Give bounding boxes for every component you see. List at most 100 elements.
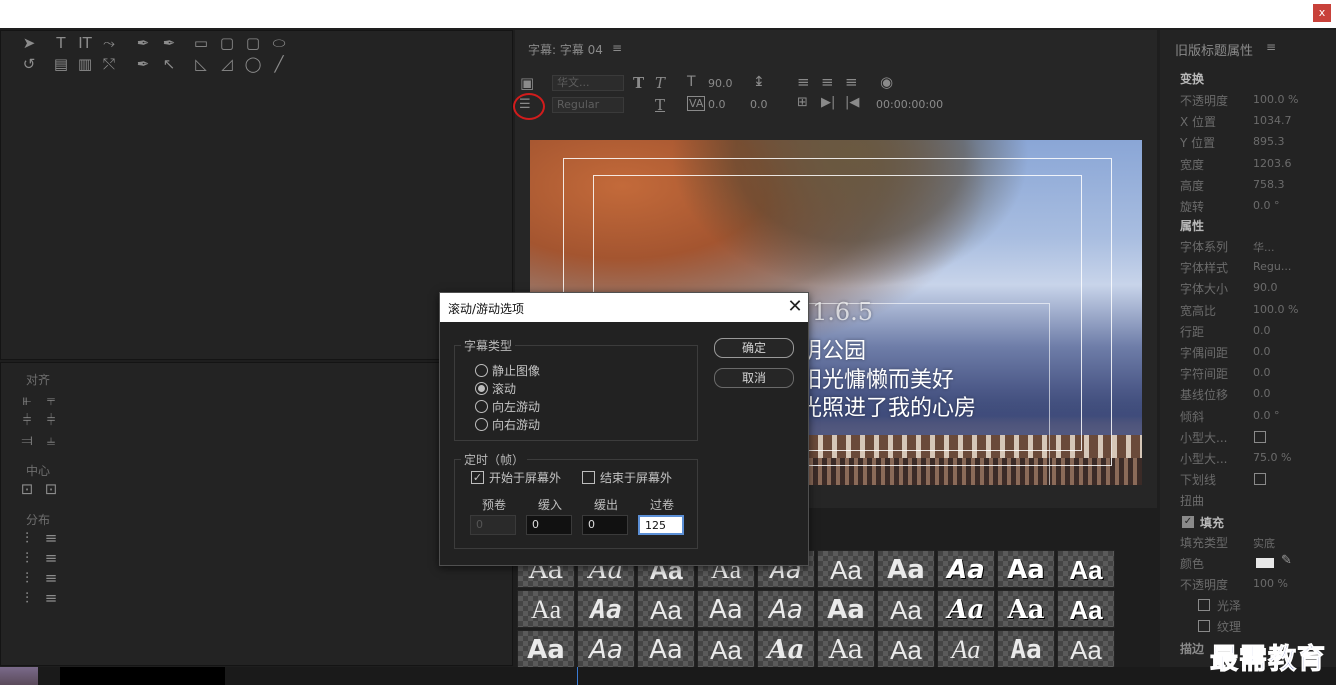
props-value[interactable]: Regu... xyxy=(1253,260,1291,273)
style-swatch[interactable]: Aa xyxy=(1057,550,1115,588)
distribute-left-icon[interactable]: ⫶ xyxy=(17,529,37,547)
underline-icon[interactable]: T xyxy=(655,96,665,114)
align-vcenter-icon[interactable]: ⫩ xyxy=(41,411,61,429)
font-style-dropdown[interactable]: Regular xyxy=(552,97,624,113)
style-swatch[interactable]: Aa xyxy=(697,630,755,668)
properties-menu-icon[interactable]: ≡ xyxy=(1266,40,1276,54)
style-swatch[interactable]: Aa xyxy=(577,590,635,628)
props-value[interactable]: 0.0 xyxy=(1253,387,1271,400)
style-swatch[interactable]: Aa xyxy=(757,590,815,628)
playhead[interactable] xyxy=(577,667,578,685)
timing-field-input[interactable]: 0 xyxy=(582,515,628,535)
cancel-button[interactable]: 取消 xyxy=(714,368,794,388)
delete-anchor-tool-icon[interactable]: ✒ xyxy=(159,34,179,52)
style-swatch[interactable]: Aa xyxy=(997,630,1055,668)
style-swatch[interactable]: Aa xyxy=(637,590,695,628)
transform-value[interactable]: 1203.6 xyxy=(1253,157,1292,170)
align-hcenter-icon[interactable]: ⫩ xyxy=(17,411,37,429)
style-swatch[interactable]: Aa xyxy=(937,550,995,588)
leading-value[interactable]: 0.0 xyxy=(750,98,768,111)
distribute-right-icon[interactable]: ⫶ xyxy=(17,569,37,587)
style-swatch[interactable]: Aa xyxy=(517,590,575,628)
bold-icon[interactable]: T xyxy=(633,74,644,92)
props-value[interactable]: 华... xyxy=(1253,239,1275,255)
sheen-checkbox[interactable] xyxy=(1198,599,1210,611)
timecode[interactable]: 00:00:00:00 xyxy=(876,98,943,111)
show-background-icon[interactable]: ◉ xyxy=(880,73,893,91)
transform-value[interactable]: 100.0 % xyxy=(1253,93,1298,106)
underline-checkbox[interactable] xyxy=(1254,473,1266,486)
italic-icon[interactable]: T xyxy=(655,74,665,92)
ellipse-tool-icon[interactable]: ◯ xyxy=(243,55,263,73)
properties-header[interactable]: 属性 xyxy=(1180,217,1204,234)
fill-value[interactable]: 实底 xyxy=(1253,535,1275,551)
center-vertical-icon[interactable]: ⊡ xyxy=(41,480,61,498)
props-value[interactable]: 0.0 xyxy=(1253,366,1271,379)
style-swatch[interactable]: Aa xyxy=(637,630,695,668)
distribute-bottom-icon[interactable]: ≡ xyxy=(41,569,61,587)
add-anchor-tool-icon[interactable]: ✒ xyxy=(133,55,153,73)
ok-button[interactable]: 确定 xyxy=(714,338,794,358)
align-top-icon[interactable]: ⫧ xyxy=(41,391,61,409)
arc-tool-icon[interactable]: ◿ xyxy=(217,55,237,73)
background-video-icon[interactable]: |◀ xyxy=(845,95,859,110)
eyedropper-icon[interactable]: ✎ xyxy=(1281,553,1292,568)
title-type-radio[interactable] xyxy=(475,382,488,395)
fill-value[interactable]: 100 % xyxy=(1253,577,1288,590)
props-value[interactable]: 90.0 xyxy=(1253,281,1278,294)
transform-header[interactable]: 变换 xyxy=(1180,70,1204,87)
style-swatch[interactable]: Aa xyxy=(937,630,995,668)
align-right-text-icon[interactable]: ≡ xyxy=(845,73,858,91)
title-type-radio[interactable] xyxy=(475,364,488,377)
start-off-screen-checkbox[interactable]: ✓ xyxy=(471,471,484,484)
align-right-icon[interactable]: ⫤ xyxy=(17,431,37,449)
style-swatch[interactable]: Aa xyxy=(817,630,875,668)
small-caps-checkbox[interactable] xyxy=(1254,430,1266,443)
path-type-tool-icon[interactable]: ⤳ xyxy=(99,34,119,52)
convert-anchor-tool-icon[interactable]: ↖ xyxy=(159,55,179,73)
timing-field-input[interactable]: 0 xyxy=(470,515,516,535)
style-swatch[interactable]: Aa xyxy=(1057,630,1115,668)
props-value[interactable]: 0.0 xyxy=(1253,324,1271,337)
distribute-top-icon[interactable]: ≡ xyxy=(41,529,61,547)
align-left-text-icon[interactable]: ≡ xyxy=(797,73,810,91)
style-swatch[interactable]: Aa xyxy=(937,590,995,628)
title-type-radio[interactable] xyxy=(475,400,488,413)
area-type-tool-icon[interactable]: ▤ xyxy=(51,55,71,73)
style-swatch[interactable]: Aa xyxy=(697,590,755,628)
type-tool-icon[interactable]: T xyxy=(51,34,71,52)
align-left-icon[interactable]: ⫦ xyxy=(17,391,37,409)
style-swatch[interactable]: Aa xyxy=(817,590,875,628)
dialog-close-icon[interactable]: ✕ xyxy=(784,296,806,318)
template-icon[interactable]: ▶| xyxy=(821,95,835,110)
transform-value[interactable]: 758.3 xyxy=(1253,178,1285,191)
line-tool-icon[interactable]: ╱ xyxy=(269,55,289,73)
window-close-button[interactable]: x xyxy=(1313,4,1331,22)
props-value[interactable]: 0.0 ° xyxy=(1253,409,1280,422)
fill-color-swatch[interactable] xyxy=(1256,558,1274,568)
rounded-corner-tool-icon[interactable]: ⬭ xyxy=(269,34,289,52)
selection-tool-icon[interactable]: ➤ xyxy=(19,34,39,52)
align-bottom-icon[interactable]: ⫨ xyxy=(41,431,61,449)
props-value[interactable]: 100.0 % xyxy=(1253,303,1298,316)
style-swatch[interactable]: Aa xyxy=(997,590,1055,628)
style-swatch[interactable]: Aa xyxy=(877,630,935,668)
style-swatch[interactable]: Aa xyxy=(997,550,1055,588)
transform-value[interactable]: 1034.7 xyxy=(1253,114,1292,127)
wedge-tool-icon[interactable]: ◺ xyxy=(191,55,211,73)
tab-stops-icon[interactable]: ⊞ xyxy=(797,95,808,110)
rounded-rect-tool-icon[interactable]: ▢ xyxy=(217,34,237,52)
fill-checkbox[interactable]: ✓ xyxy=(1182,516,1194,528)
distribute-hspace-icon[interactable]: ⫶ xyxy=(17,589,37,607)
timing-field-input[interactable]: 125 xyxy=(638,515,684,535)
style-swatch[interactable]: Aa xyxy=(877,550,935,588)
center-horizontal-icon[interactable]: ⊡ xyxy=(17,480,37,498)
font-family-dropdown[interactable]: 华文... xyxy=(552,75,624,91)
stroke-header[interactable]: 描边 xyxy=(1180,640,1204,657)
pen-tool-icon[interactable]: ✒ xyxy=(133,34,153,52)
fill-header[interactable]: 填充 xyxy=(1200,514,1224,531)
props-value[interactable]: 0.0 xyxy=(1253,345,1271,358)
panel-menu-icon[interactable]: ≡ xyxy=(612,41,622,55)
style-swatch[interactable]: Aa xyxy=(877,590,935,628)
style-swatch[interactable]: Aa xyxy=(1057,590,1115,628)
